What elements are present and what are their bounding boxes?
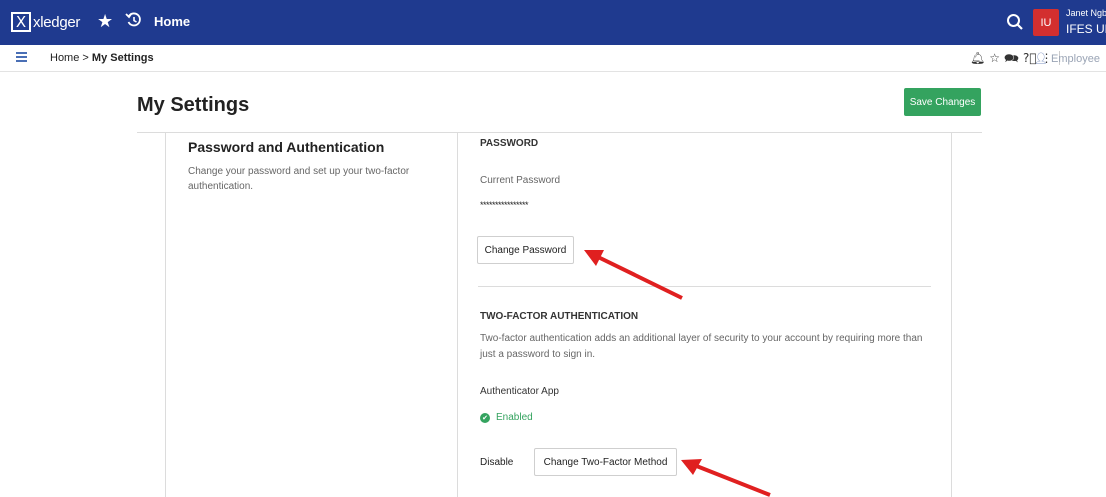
hamburger-icon[interactable] — [16, 52, 27, 63]
page-title: My Settings — [137, 94, 250, 116]
section-heading: Password and Authentication — [188, 139, 385, 155]
breadcrumb-home[interactable]: Home — [50, 52, 79, 64]
user-name[interactable]: Janet Ngbe — [1066, 8, 1106, 18]
home-link[interactable]: Home — [154, 14, 190, 29]
breadcrumb: Home > My Settings — [50, 52, 154, 64]
logo-mark: X — [11, 12, 31, 32]
change-two-factor-method-button[interactable]: Change Two-Factor Method — [534, 448, 677, 476]
save-changes-button[interactable]: Save Changes — [904, 88, 981, 116]
logo-text: xledger — [33, 13, 81, 31]
check-circle-icon: ✔ — [480, 412, 490, 423]
top-navigation-bar: X xledger ★ Home IU Janet Ngbe IFES UK — [0, 0, 1106, 45]
avatar[interactable]: IU — [1033, 9, 1059, 36]
history-icon[interactable] — [124, 10, 144, 30]
role-selector[interactable]: 👤︎ Employee — [1034, 52, 1100, 65]
notification-icon[interactable]: 🔔︎ — [970, 51, 985, 65]
change-password-button[interactable]: Change Password — [477, 236, 574, 264]
authenticator-app-label: Authenticator App — [480, 386, 559, 397]
two-factor-heading: TWO-FACTOR AUTHENTICATION — [480, 311, 639, 322]
role-label: Employee — [1051, 53, 1100, 65]
breadcrumb-bar: Home > My Settings 🔔︎ ☆ 🗪 ?⃝ ⋮ 👤︎ Employ… — [0, 45, 1106, 72]
breadcrumb-current: My Settings — [91, 52, 154, 64]
disable-two-factor-link[interactable]: Disable — [480, 457, 513, 468]
two-factor-status: ✔ Enabled — [480, 412, 533, 423]
search-icon[interactable] — [1005, 12, 1025, 32]
chat-icon[interactable]: 🗪 — [1004, 51, 1019, 65]
title-divider — [137, 132, 982, 133]
star-icon[interactable]: ★ — [97, 11, 113, 31]
current-password-label: Current Password — [480, 175, 561, 186]
annotation-arrow-password — [584, 250, 683, 300]
annotation-arrow-two-factor — [681, 459, 771, 497]
section-divider — [478, 286, 931, 287]
status-text: Enabled — [496, 412, 533, 423]
breadcrumb-separator: > — [82, 52, 89, 64]
card-left-border — [165, 133, 166, 497]
two-factor-description: Two-factor authentication adds an additi… — [480, 333, 923, 360]
favorite-icon[interactable]: ☆ — [989, 51, 1000, 65]
section-description: Change your password and set up your two… — [188, 166, 410, 192]
xledger-logo[interactable]: X xledger — [11, 12, 80, 32]
person-icon: 👤︎ — [1034, 53, 1048, 65]
card-right-border — [951, 133, 952, 497]
card-column-divider — [457, 133, 458, 497]
current-password-value: **************** — [480, 200, 529, 210]
password-heading: PASSWORD — [480, 138, 539, 149]
user-org[interactable]: IFES UK — [1066, 22, 1106, 36]
